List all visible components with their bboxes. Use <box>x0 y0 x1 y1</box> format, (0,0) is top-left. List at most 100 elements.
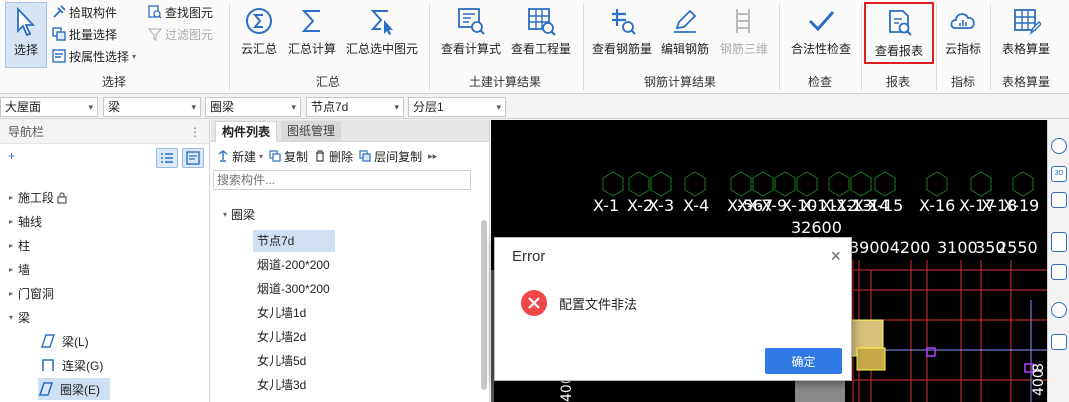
cloud-indicator-button[interactable]: 云指标 <box>939 2 987 66</box>
nav-subitem-ring-beam[interactable]: 圈梁(E) <box>38 378 110 400</box>
document-icon[interactable] <box>1051 334 1067 350</box>
chevron-down-icon: ▾ <box>132 51 137 61</box>
pick-component-button[interactable]: 拾取构件 <box>52 2 117 22</box>
nav-item-beam[interactable]: ▾ 梁 <box>4 306 30 330</box>
view-toolbar: 3D <box>1047 120 1069 402</box>
cube-icon[interactable] <box>1051 232 1067 252</box>
category-dropdown[interactable]: 梁 ▾ <box>103 97 201 117</box>
batch-select-button[interactable]: 批量选择 <box>52 24 117 44</box>
nav-subitem-coupling-beam[interactable]: 连梁(G) <box>40 354 120 376</box>
close-icon[interactable]: × <box>830 246 841 267</box>
component-dropdown[interactable]: 节点7d ▾ <box>306 97 404 117</box>
chevron-down-icon: ▾ <box>496 102 501 112</box>
group-title-report: 报表 <box>885 75 910 89</box>
component-search-input[interactable] <box>213 170 471 190</box>
copy-button[interactable]: 复制 <box>269 148 308 165</box>
component-item-7[interactable]: 女儿墙3d <box>253 374 310 396</box>
table-quantity-button[interactable]: 表格算量 <box>995 2 1057 66</box>
cloud-summary-button[interactable]: 云汇总 <box>236 2 282 66</box>
cloud-summary-icon <box>246 8 272 34</box>
pin-icon[interactable]: ⋮ <box>189 120 201 144</box>
quantity-icon <box>528 8 556 36</box>
add-icon[interactable]: + <box>8 149 15 163</box>
group-title-indicator: 指标 <box>950 75 975 89</box>
layer-icon[interactable] <box>1051 192 1067 208</box>
tab-drawing-manage[interactable]: 图纸管理 <box>281 121 342 142</box>
component-item-5[interactable]: 女儿墙2d <box>253 326 310 348</box>
new-icon <box>218 150 228 162</box>
find-element-button[interactable]: 查找图元 <box>148 2 213 22</box>
delete-button[interactable]: 删除 <box>314 148 353 165</box>
floor-dropdown[interactable]: 大屋面 ▾ <box>0 97 98 117</box>
expand-icon[interactable]: ▸ <box>4 186 18 210</box>
view-quantity-button[interactable]: 查看工程量 <box>508 2 574 66</box>
more-icon[interactable]: ▸▸ <box>428 151 437 162</box>
selector-bar: 大屋面 ▾ 梁 ▾ 圈梁 ▾ 节点7d ▾ 分层1 ▾ <box>0 95 1069 119</box>
filter-element-button[interactable]: 过滤图元 <box>148 24 213 44</box>
view-formula-button[interactable]: 查看计算式 <box>438 2 504 66</box>
nav-item-construction-segment[interactable]: ▸ 施工段 <box>4 186 68 210</box>
table-quantity-group: 表格算量 表格算量 <box>991 0 1061 94</box>
nav-item-wall[interactable]: ▸ 墙 <box>4 258 30 282</box>
nav-item-axis[interactable]: ▸ 轴线 <box>4 210 42 234</box>
indicator-group: 云指标 指标 <box>937 0 989 94</box>
select-by-attribute-button[interactable]: 按属性选择 ▾ <box>52 46 136 66</box>
type-dropdown[interactable]: 圈梁 ▾ <box>205 97 301 117</box>
pick-icon <box>53 5 66 18</box>
chevron-down-icon: ▾ <box>259 151 264 161</box>
expand-icon[interactable]: ▸ <box>4 210 18 234</box>
collapse-icon[interactable]: ▾ <box>4 306 18 330</box>
component-item-6[interactable]: 女儿墙5d <box>253 350 310 372</box>
edit-rebar-button[interactable]: 编辑钢筋 <box>656 2 714 66</box>
component-tabs: 构件列表 图纸管理 <box>211 120 489 142</box>
tab-component-list[interactable]: 构件列表 <box>215 121 278 142</box>
ok-button[interactable]: 确定 <box>765 348 842 374</box>
rebar-3d-button[interactable]: 钢筋三维 <box>716 2 772 66</box>
sphere-icon[interactable] <box>1051 302 1067 318</box>
detail-view-button[interactable] <box>182 148 204 168</box>
component-item-1[interactable]: 节点7d <box>253 230 335 252</box>
check-group: 合法性检查 检查 <box>780 0 860 94</box>
component-item-4[interactable]: 女儿墙1d <box>253 302 310 324</box>
summary-selected-button[interactable]: 汇总选中图元 <box>344 2 420 66</box>
orbit-icon[interactable] <box>1051 138 1067 154</box>
attribute-icon <box>52 49 66 63</box>
box-icon[interactable] <box>1051 264 1067 280</box>
select-button[interactable]: 选择 <box>5 2 47 68</box>
expand-icon[interactable]: ▸ <box>4 234 18 258</box>
expand-icon[interactable]: ▸ <box>4 282 18 306</box>
rebar-view-icon <box>612 9 636 35</box>
trash-icon <box>316 150 325 162</box>
checkmark-icon <box>808 11 835 32</box>
view-rebar-button[interactable]: 查看钢筋量 <box>590 2 654 66</box>
nav-subitem-beam[interactable]: 梁(L) <box>40 330 120 352</box>
dialog-title: Error <box>512 248 546 265</box>
cursor-icon <box>17 7 36 37</box>
formula-icon <box>458 8 485 35</box>
layer-dropdown[interactable]: 分层1 ▾ <box>408 97 506 117</box>
group-title-check: 检查 <box>807 75 832 89</box>
cloud-chart-icon <box>950 13 975 29</box>
view-3d-icon[interactable]: 3D <box>1051 166 1067 182</box>
nav-item-openings[interactable]: ▸ 门窗洞 <box>4 282 54 306</box>
group-title-rebar: 钢筋计算结果 <box>643 75 716 89</box>
select-group: 选择 拾取构件 批量选择 按属性选择 ▾ 查找图元 过滤图元 选择 <box>0 0 228 94</box>
summary-calc-button[interactable]: 汇总计算 <box>286 2 338 66</box>
component-item-2[interactable]: 烟道-200*200 <box>253 254 334 276</box>
axis-label: X-3 <box>648 196 675 215</box>
component-scrollbar[interactable] <box>481 220 487 390</box>
list-view-button[interactable] <box>156 148 178 168</box>
new-button[interactable]: 新建 ▾ <box>217 148 263 165</box>
expand-icon[interactable]: ▸ <box>4 258 18 282</box>
report-icon <box>889 10 912 36</box>
collapse-icon[interactable]: ▾ <box>223 210 227 219</box>
component-item-3[interactable]: 烟道-300*200 <box>253 278 334 300</box>
group-title-summary: 汇总 <box>315 75 340 89</box>
chevron-down-icon: ▾ <box>191 102 196 112</box>
axis-label: X-15 <box>867 196 904 215</box>
nav-item-column[interactable]: ▸ 柱 <box>4 234 30 258</box>
component-tree-root[interactable]: ▾ 圈梁 <box>223 206 255 223</box>
view-report-button[interactable]: 查看报表 <box>864 2 934 64</box>
legality-check-button[interactable]: 合法性检查 <box>786 2 856 66</box>
floor-copy-button[interactable]: 层间复制 <box>359 148 422 165</box>
